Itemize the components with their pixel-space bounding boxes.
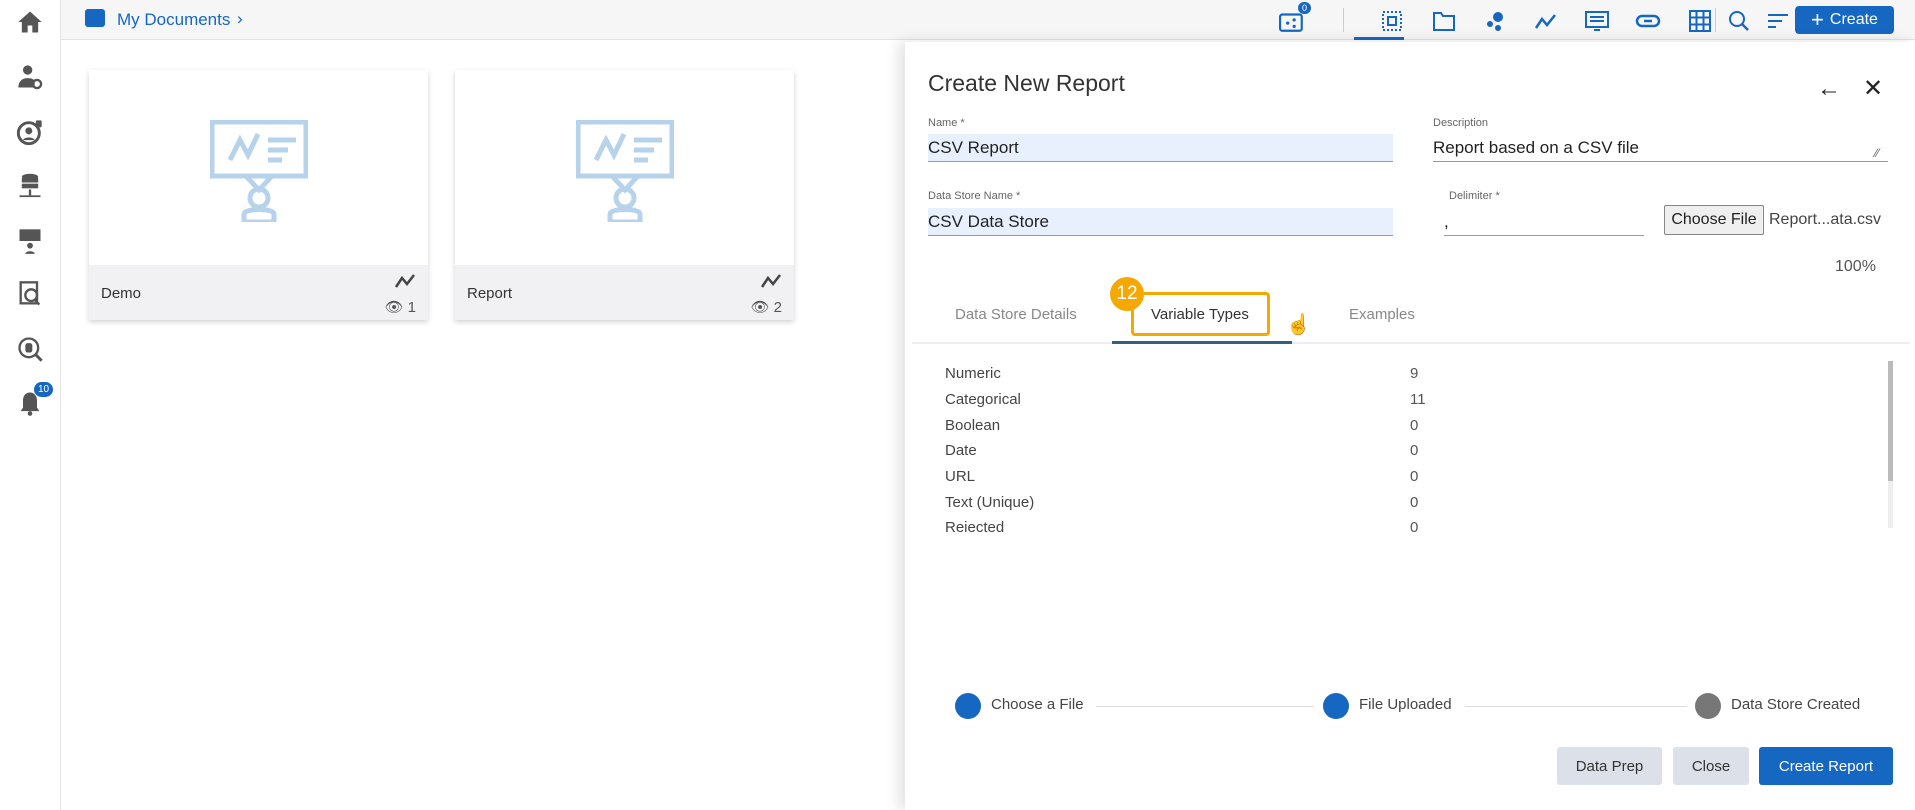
view-count: 1 — [407, 298, 416, 316]
step-label: Data Store Created — [1731, 696, 1861, 713]
back-arrow-icon[interactable]: ← — [1817, 75, 1841, 103]
name-input[interactable]: CSV Report — [928, 134, 1393, 162]
highlight-box — [1131, 292, 1270, 336]
variable-count: 0 — [1410, 417, 1419, 434]
line-chart-icon — [760, 274, 781, 288]
user-security-icon[interactable] — [14, 116, 46, 148]
variable-count: 0 — [1410, 519, 1419, 532]
view-count: 2 — [773, 298, 782, 316]
search-database-icon[interactable] — [14, 333, 46, 365]
choose-file-button[interactable]: Choose File — [1664, 205, 1764, 235]
step-complete-icon — [1323, 693, 1349, 719]
variable-count: 0 — [1410, 494, 1419, 511]
upload-progress: 100% — [1835, 258, 1876, 275]
description-input[interactable]: Report based on a CSV file — [1433, 134, 1888, 162]
line-chart-icon — [394, 274, 415, 288]
delimiter-input[interactable]: , — [1444, 208, 1644, 236]
sidebar: 10 — [0, 0, 61, 810]
breadcrumb-my-documents[interactable]: My Documents — [117, 10, 230, 30]
card-name: Report — [467, 285, 513, 302]
close-button[interactable]: Close — [1673, 747, 1749, 785]
report-card[interactable]: Report 👁 2 — [455, 70, 794, 320]
hand-cursor-icon: ☝ — [1286, 314, 1311, 336]
create-report-button[interactable]: Create Report — [1759, 747, 1893, 785]
list-screen-icon[interactable] — [1583, 7, 1611, 35]
variable-type: Boolean — [945, 417, 1001, 434]
variable-type: Date — [945, 442, 977, 459]
variable-type: URL — [945, 468, 976, 485]
line-chart-icon[interactable] — [1532, 7, 1560, 35]
link-icon[interactable] — [1634, 7, 1662, 35]
variable-count: 0 — [1410, 468, 1419, 485]
tab-examples[interactable]: Examples — [1349, 306, 1415, 323]
divider — [1715, 8, 1716, 32]
delimiter-label: Delimiter * — [1449, 190, 1500, 202]
card-name: Demo — [101, 285, 142, 302]
table-grid-icon[interactable] — [1686, 7, 1714, 35]
presentation-icon[interactable] — [14, 225, 46, 257]
card-footer: Demo 👁 1 — [89, 265, 428, 320]
variable-type: Categorical — [945, 391, 1021, 408]
description-label: Description — [1433, 117, 1489, 129]
data-search-icon[interactable] — [14, 278, 46, 310]
close-icon[interactable]: ✕ — [1863, 74, 1883, 103]
panel-title: Create New Report — [928, 70, 1125, 96]
select-all-icon[interactable] — [1378, 7, 1406, 35]
report-presentation-icon — [210, 120, 308, 222]
step-connector — [1096, 706, 1314, 707]
variable-type: Rejected — [945, 519, 1005, 532]
variable-type: Numeric — [945, 365, 1001, 382]
active-indicator — [1354, 37, 1404, 40]
step-label: Choose a File — [991, 696, 1084, 713]
eye-icon: 👁 — [750, 299, 770, 316]
create-button[interactable]: + Create — [1795, 6, 1894, 34]
chevron-right-icon: › — [237, 9, 243, 28]
share-folder-icon[interactable]: 0 — [1278, 2, 1312, 35]
step-connector — [1465, 706, 1687, 707]
card-footer: Report 👁 2 — [455, 265, 794, 320]
step-complete-icon — [955, 693, 981, 719]
database-network-icon[interactable] — [14, 170, 46, 202]
step-badge: 12 — [1110, 277, 1144, 311]
report-card[interactable]: Demo 👁 1 — [89, 70, 428, 320]
resize-handle-icon[interactable]: ⁄⁄ — [1875, 146, 1879, 160]
share-badge: 0 — [1298, 2, 1312, 14]
step-label: File Uploaded — [1359, 696, 1452, 713]
tab-divider — [912, 342, 1910, 344]
create-label: Create — [1829, 11, 1878, 28]
datastore-label: Data Store Name * — [928, 190, 1021, 202]
divider — [1343, 8, 1344, 32]
active-tab-underline — [1112, 341, 1292, 344]
scrollbar[interactable] — [1888, 361, 1893, 528]
create-report-panel: Create New Report ← ✕ Name * CSV Report … — [905, 42, 1915, 810]
plus-icon: + — [1811, 7, 1824, 32]
user-settings-icon[interactable] — [14, 61, 46, 93]
top-bar: My Documents › 0 + Create — [61, 0, 1915, 40]
notification-bell-icon[interactable]: 10 — [14, 381, 55, 419]
scatter-icon[interactable] — [1481, 7, 1509, 35]
data-prep-button[interactable]: Data Prep — [1557, 747, 1662, 785]
search-icon[interactable] — [1725, 7, 1753, 35]
folder-icon — [85, 9, 105, 27]
home-icon[interactable] — [14, 6, 46, 38]
sort-icon[interactable] — [1764, 7, 1792, 35]
file-name: Report...ata.csv — [1769, 211, 1882, 228]
notification-badge: 10 — [33, 381, 55, 398]
step-pending-icon — [1695, 693, 1721, 719]
datastore-input[interactable]: CSV Data Store — [928, 208, 1393, 236]
variable-count: 9 — [1410, 365, 1419, 382]
folder-outline-icon[interactable] — [1430, 7, 1458, 35]
eye-icon: 👁 — [384, 299, 404, 316]
variable-types-list: Numeric 9 Categorical 11 Boolean 0 Date 0 UR… — [905, 360, 1905, 532]
name-label: Name * — [928, 117, 965, 129]
variable-count: 11 — [1410, 391, 1426, 408]
variable-type: Text (Unique) — [945, 494, 1035, 511]
tab-data-store-details[interactable]: Data Store Details — [955, 306, 1077, 323]
variable-count: 0 — [1410, 442, 1419, 459]
report-presentation-icon — [576, 120, 674, 222]
